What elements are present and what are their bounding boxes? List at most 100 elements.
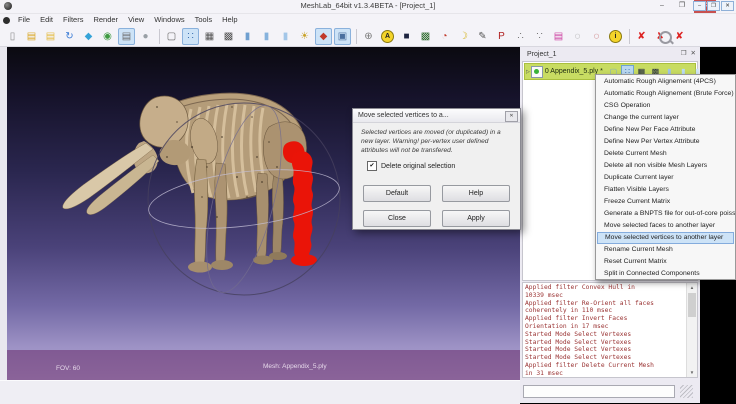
apply-button[interactable]: Apply [442, 210, 510, 227]
pick-points-icon[interactable]: ☽ [455, 28, 472, 45]
ambient-occlusion-icon[interactable]: A [379, 28, 396, 45]
show-layer-dialog-icon[interactable]: ▤ [118, 28, 135, 45]
scroll-down-icon[interactable]: ▼ [687, 368, 697, 377]
context-menu-item[interactable]: Define New Per Vertex Attribute [596, 136, 735, 148]
menubar-item[interactable]: Windows [149, 14, 189, 26]
scrollbar-thumb[interactable] [688, 293, 696, 317]
reload-icon[interactable]: ↻ [61, 28, 78, 45]
quality-mapper-icon[interactable]: P [493, 28, 510, 45]
select-vertices-icon[interactable]: ∴ [512, 28, 529, 45]
menubar-item[interactable]: Tools [190, 14, 218, 26]
info-icon[interactable]: i [607, 28, 624, 45]
dialog-buttons: Default Help Close Apply [363, 185, 510, 227]
log-output: Applied filter Convex Hull in10339 msecA… [525, 284, 686, 376]
backface-culling-icon[interactable]: ◆ [315, 28, 332, 45]
align-tool-icon[interactable]: ▤ [550, 28, 567, 45]
menubar-item[interactable]: Render [88, 14, 123, 26]
context-menu-item[interactable]: Define New Per Face Attribute [596, 124, 735, 136]
log-panel: Applied filter Convex Hull in10339 msecA… [522, 282, 698, 378]
context-menu-item[interactable]: Freeze Current Matrix [596, 196, 735, 208]
context-menu-item[interactable]: Duplicate Current layer [596, 172, 735, 184]
open-project-icon[interactable]: ▤ [23, 28, 40, 45]
render-flat-icon[interactable]: ▮ [258, 28, 275, 45]
quality-texture-icon[interactable]: ▩ [417, 28, 434, 45]
log-line: Applied filter Invert Faces [525, 315, 686, 323]
context-menu-item[interactable]: Automatic Rough Alignement (4PCS) [596, 76, 735, 88]
render-hidden-lines-icon[interactable]: ▩ [220, 28, 237, 45]
mdi-close-button[interactable]: ✕ [721, 1, 734, 11]
measure-tool-icon[interactable]: ◔ [436, 28, 453, 45]
delete-original-checkbox-row[interactable]: ✔ Delete original selection [367, 161, 520, 171]
context-menu-item[interactable]: Rename Current Mesh [596, 244, 735, 256]
context-menu-item[interactable]: Delete all non visible Mesh Layers [596, 160, 735, 172]
move-vertices-dialog: Move selected vertices to a... ✕ Selecte… [352, 108, 521, 230]
layer-visibility-eye-icon[interactable] [531, 66, 543, 78]
snapshot-icon[interactable]: ◉ [99, 28, 116, 45]
shader-icon[interactable]: ■ [398, 28, 415, 45]
status-bar [0, 380, 520, 404]
scroll-up-icon[interactable]: ▲ [687, 283, 697, 292]
log-line: Applied filter Delete Current Mesh [525, 362, 686, 370]
menubar-item[interactable]: File [13, 14, 35, 26]
show-raster-icon[interactable]: ● [137, 28, 154, 45]
project-panel-titlebar[interactable]: Project_1 ❐ ✕ [520, 47, 700, 61]
viewport-camera-info: FOV: 60 FPS: 16.3 [56, 351, 87, 380]
mdi-minimize-button[interactable]: ‒ [693, 1, 706, 11]
delete-original-checkbox[interactable]: ✔ [367, 161, 377, 171]
render-wireframe-icon[interactable]: ▦ [201, 28, 218, 45]
layer-context-menu: Automatic Rough Alignement (4PCS)Automat… [595, 74, 736, 280]
selected-face-mode-icon[interactable]: ▣ [334, 28, 351, 45]
select-faces-icon[interactable]: ∵ [531, 28, 548, 45]
menubar-item[interactable]: Filters [58, 14, 88, 26]
render-points-icon[interactable]: ∷ [182, 28, 199, 45]
menubar-item[interactable]: Help [217, 14, 242, 26]
layer-expander-icon[interactable]: ▷ [526, 69, 530, 75]
import-mesh-icon[interactable]: ▤ [42, 28, 59, 45]
context-menu-item[interactable]: Reset Current Matrix [596, 256, 735, 268]
search-icon[interactable] [659, 31, 672, 44]
toolbar-separator [356, 29, 357, 44]
new-project-icon[interactable]: ▯ [4, 28, 21, 45]
minimize-button[interactable]: ‒ [654, 0, 670, 13]
light-toggle-icon[interactable]: ☀ [296, 28, 313, 45]
dialog-titlebar[interactable]: Move selected vertices to a... ✕ [353, 109, 520, 123]
dialog-title: Move selected vertices to a... [353, 109, 520, 123]
context-menu-item[interactable]: Automatic Rough Alignement (Brute Force) [596, 88, 735, 100]
select-rect-faces-icon[interactable]: ◌ [569, 28, 586, 45]
render-smooth-icon[interactable]: ▮ [277, 28, 294, 45]
trackball-toggle-icon[interactable]: ⊕ [360, 28, 377, 45]
log-line: in 31 msec [525, 370, 686, 376]
context-menu-item[interactable]: Flatten Visible Layers [596, 184, 735, 196]
log-line: Applied filter Re-Orient all faces [525, 300, 686, 308]
save-project-icon[interactable]: ◆ [80, 28, 97, 45]
log-filter-input[interactable] [523, 385, 675, 398]
context-menu-item[interactable]: Move selected vertices to another layer [597, 232, 734, 244]
mdi-restore-button[interactable]: ❐ [707, 1, 720, 11]
context-menu-item[interactable]: Generate a BNPTS file for out-of-core po… [596, 208, 735, 220]
log-scrollbar[interactable]: ▲ ▼ [686, 283, 697, 377]
resize-grip[interactable] [680, 385, 693, 398]
panel-float-button[interactable]: ❐ [681, 50, 687, 58]
dialog-close-icon[interactable]: ✕ [505, 111, 518, 122]
window-title: MeshLab_64bit v1.3.4BETA - [Project_1] [0, 1, 736, 10]
menubar-item[interactable]: Edit [35, 14, 58, 26]
context-menu-item[interactable]: Move selected faces to another layer [596, 220, 735, 232]
context-menu-item[interactable]: Split in Connected Components [596, 268, 735, 280]
delete-current-mesh-icon[interactable]: ✘ [633, 28, 650, 45]
menu-bar: FileEditFiltersRenderViewWindowsToolsHel… [0, 14, 736, 26]
context-menu-item[interactable]: CSG Operation [596, 100, 735, 112]
z-painting-icon[interactable]: ✎ [474, 28, 491, 45]
select-rect-vertices-icon[interactable]: ◌ [588, 28, 605, 45]
render-bbox-icon[interactable]: ▢ [163, 28, 180, 45]
context-menu-item[interactable]: Delete Current Mesh [596, 148, 735, 160]
default-button[interactable]: Default [363, 185, 431, 202]
panel-close-button[interactable]: ✕ [691, 50, 696, 58]
help-button[interactable]: Help [442, 185, 510, 202]
maximize-button[interactable]: ❐ [674, 0, 690, 13]
menubar-item[interactable]: View [123, 14, 149, 26]
toolbar-separator [159, 29, 160, 44]
render-flat-lines-icon[interactable]: ▮ [239, 28, 256, 45]
selected-vertices-region [283, 141, 317, 266]
context-menu-item[interactable]: Change the current layer [596, 112, 735, 124]
close-dialog-button[interactable]: Close [363, 210, 431, 227]
